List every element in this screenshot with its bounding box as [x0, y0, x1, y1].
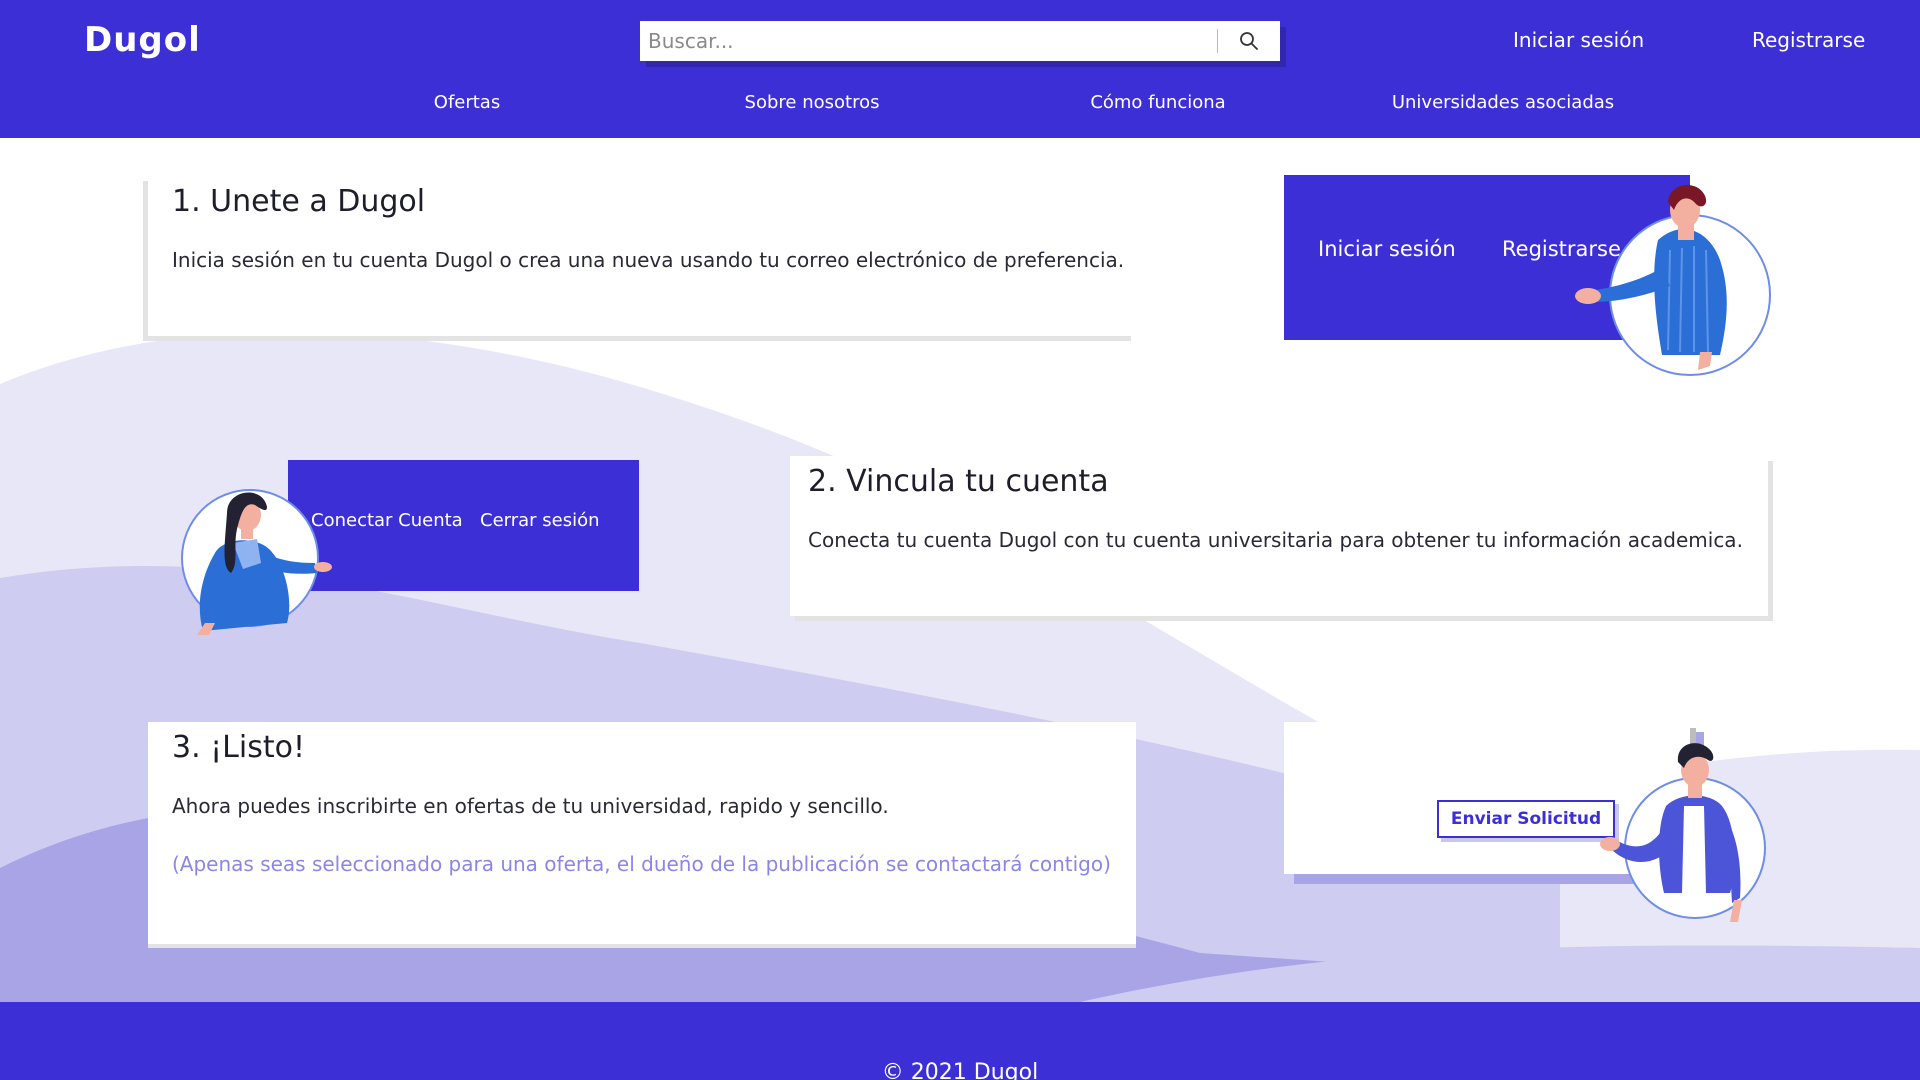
login-link[interactable]: Iniciar sesión	[1513, 28, 1644, 52]
footer-copyright: © 2021 Dugol	[881, 1060, 1039, 1080]
step-2-panel: Conectar Cuenta Cerrar sesión	[288, 460, 639, 591]
step-3-text: Ahora puedes inscribirte en ofertas de t…	[172, 794, 889, 818]
search-button[interactable]	[1218, 21, 1280, 61]
top-header: Dugol Iniciar sesión Registrarse Ofertas…	[0, 0, 1920, 138]
footer: © 2021 Dugol	[0, 1002, 1920, 1080]
man-illustration-icon	[1575, 184, 1771, 376]
nav-sobre-nosotros[interactable]: Sobre nosotros	[745, 92, 880, 113]
main-content: 1. Unete a Dugol Inicia sesión en tu cue…	[0, 138, 1920, 1002]
woman-illustration-icon	[181, 489, 332, 635]
logo[interactable]: Dugol	[84, 20, 201, 60]
register-link[interactable]: Registrarse	[1752, 28, 1865, 52]
step-1-text: Inicia sesión en tu cuenta Dugol o crea …	[172, 248, 1125, 272]
step-2-text: Conecta tu cuenta Dugol con tu cuenta un…	[808, 528, 1743, 552]
nav-universidades-asociadas[interactable]: Universidades asociadas	[1392, 92, 1614, 113]
search-input[interactable]	[640, 21, 1217, 61]
nav-como-funciona[interactable]: Cómo funciona	[1090, 92, 1225, 113]
step-3-card: 3. ¡Listo! Ahora puedes inscribirte en o…	[148, 722, 1136, 944]
person-illustration-icon	[1600, 728, 1766, 922]
panel-logout-button[interactable]: Cerrar sesión	[480, 510, 600, 531]
search-bar	[640, 21, 1280, 61]
search-icon	[1240, 32, 1258, 50]
step-1-card: 1. Unete a Dugol Inicia sesión en tu cue…	[148, 176, 1136, 336]
step-1-title: 1. Unete a Dugol	[172, 184, 426, 219]
step-3-note: (Apenas seas seleccionado para una ofert…	[172, 852, 1111, 876]
panel-login-button[interactable]: Iniciar sesión	[1318, 237, 1456, 261]
step-2-title: 2. Vincula tu cuenta	[808, 464, 1109, 499]
step-3-title: 3. ¡Listo!	[172, 730, 306, 765]
step-2-card: 2. Vincula tu cuenta Conecta tu cuenta D…	[790, 456, 1768, 616]
nav-ofertas[interactable]: Ofertas	[434, 92, 500, 113]
